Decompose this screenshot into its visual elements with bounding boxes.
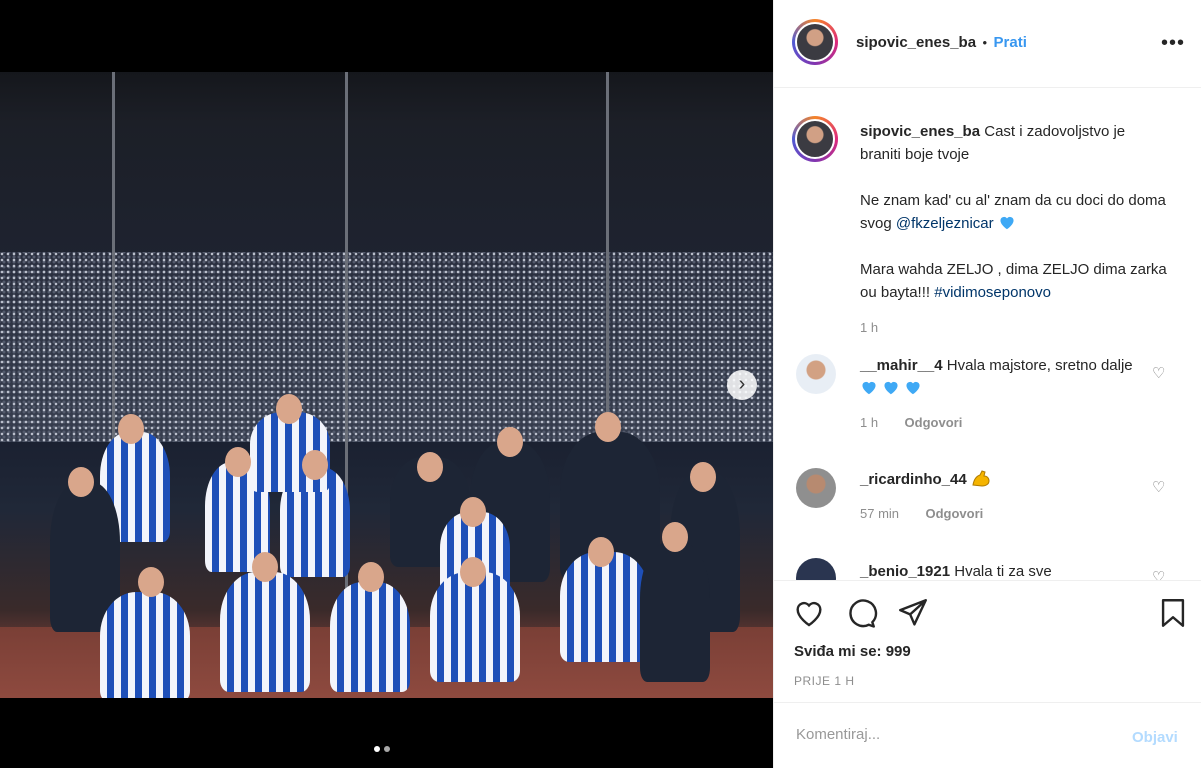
blue-heart-icon	[862, 381, 876, 395]
blue-heart-icon	[884, 381, 898, 395]
post-media: ›	[0, 0, 773, 768]
share-direct-icon[interactable]	[896, 596, 930, 630]
follow-button[interactable]: Prati	[994, 34, 1027, 51]
flexed-biceps-icon	[972, 470, 990, 487]
carousel-next-button[interactable]: ›	[727, 370, 757, 400]
post-comment-button[interactable]: Objavi	[1132, 729, 1178, 746]
caption-username[interactable]: sipovic_enes_ba	[860, 123, 980, 140]
author-avatar[interactable]	[792, 19, 838, 65]
comment-avatar[interactable]	[796, 354, 836, 394]
save-bookmark-icon[interactable]	[1156, 596, 1190, 630]
comments-list[interactable]: sipovic_enes_ba Cast i zadovoljstvo je b…	[774, 88, 1201, 580]
reply-button[interactable]: Odgovori	[905, 415, 963, 430]
header-separator: •	[982, 35, 988, 50]
likes-count[interactable]: Sviđa mi se: 999	[794, 643, 911, 660]
comment-input[interactable]	[794, 725, 1098, 744]
carousel-dot-active	[374, 746, 380, 752]
comment-item: _benio_1921 Hvala ti za sve	[860, 560, 1140, 580]
blue-heart-icon	[1000, 216, 1014, 230]
caption-time[interactable]: 1 h	[860, 320, 1170, 335]
author-username[interactable]: sipovic_enes_ba	[856, 34, 976, 51]
blue-heart-icon	[906, 381, 920, 395]
comment-meta: 1 h Odgovori	[860, 414, 1140, 432]
comment-like-icon[interactable]: ♡	[1152, 568, 1165, 580]
carousel-indicator	[374, 746, 390, 752]
comment-username[interactable]: _benio_1921	[860, 563, 950, 580]
comment-time[interactable]: 57 min	[860, 506, 899, 521]
comment-avatar[interactable]	[796, 468, 836, 508]
reply-button[interactable]: Odgovori	[925, 506, 983, 521]
caption-paragraph-3: Mara wahda ZELJO , dima ZELJO dima zarka…	[860, 258, 1170, 304]
comment-username[interactable]: _ricardinho_44	[860, 471, 967, 488]
comment-time[interactable]: 1 h	[860, 415, 878, 430]
comment-item: _ricardinho_44 57 min Odgovori	[860, 468, 1140, 523]
mention-link[interactable]: @fkzeljeznicar	[896, 215, 994, 232]
caption-avatar[interactable]	[792, 116, 838, 162]
post-actions: Sviđa mi se: 999 PRIJE 1 H	[774, 580, 1201, 702]
post-timestamp: PRIJE 1 H	[794, 674, 855, 688]
avatar-image	[795, 22, 835, 62]
comment-meta: 57 min Odgovori	[860, 505, 1140, 523]
comment-item: __mahir__4 Hvala majstore, sretno dalje …	[860, 354, 1140, 432]
more-options-icon[interactable]: •••	[1161, 32, 1185, 55]
comment-username[interactable]: __mahir__4	[860, 357, 943, 374]
hashtag-link[interactable]: #vidimoseponovo	[934, 284, 1051, 301]
comment-like-icon[interactable]: ♡	[1152, 478, 1165, 496]
caption-text-block: sipovic_enes_ba Cast i zadovoljstvo je b…	[860, 120, 1170, 166]
avatar-image	[795, 119, 835, 159]
photo-team-group	[40, 372, 760, 698]
like-heart-icon[interactable]	[792, 596, 826, 630]
caption-paragraph-2: Ne znam kad' cu al' znam da cu doci do d…	[860, 189, 1170, 235]
comment-text: Hvala ti za sve	[954, 563, 1052, 580]
carousel-dot	[384, 746, 390, 752]
add-comment-section: Objavi	[774, 702, 1201, 768]
post-header: sipovic_enes_ba • Prati •••	[774, 0, 1201, 88]
caption: sipovic_enes_ba Cast i zadovoljstvo je b…	[860, 120, 1170, 335]
comment-avatar[interactable]	[796, 558, 836, 580]
header-user-row: sipovic_enes_ba • Prati	[856, 34, 1027, 52]
post-sidebar: sipovic_enes_ba • Prati ••• sipovic_enes…	[773, 0, 1201, 768]
comment-text: Hvala majstore, sretno dalje	[946, 357, 1133, 374]
post-photo[interactable]: ›	[0, 72, 773, 698]
comment-like-icon[interactable]: ♡	[1152, 364, 1165, 382]
comment-bubble-icon[interactable]	[844, 596, 878, 630]
